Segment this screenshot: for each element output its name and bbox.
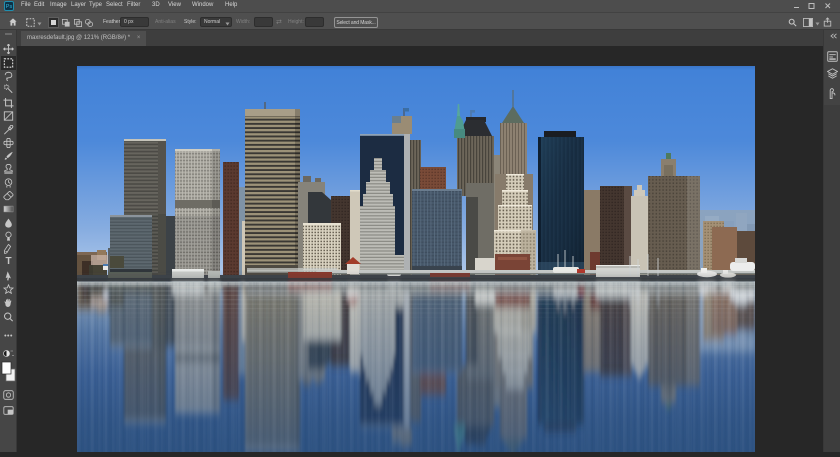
svg-text:Ps: Ps: [6, 4, 13, 10]
